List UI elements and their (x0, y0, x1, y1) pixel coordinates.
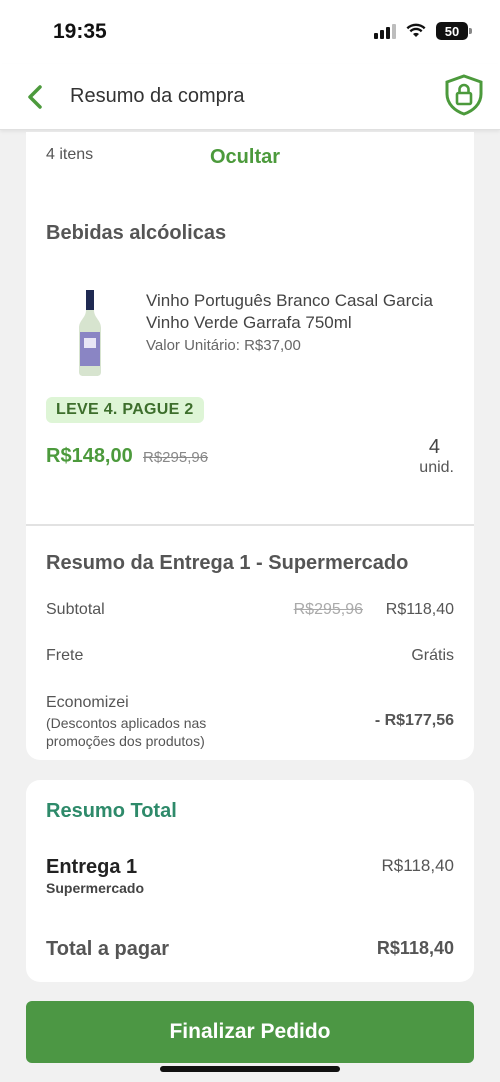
quantity-value: 4 (428, 436, 440, 458)
delivery-store: Supermercado (46, 880, 145, 896)
wifi-icon (406, 23, 426, 37)
shield-lock-icon (445, 74, 483, 116)
order-items-card: 4 itens Ocultar Bebidas alcóolicas Vinho… (26, 132, 474, 760)
home-indicator (160, 1066, 340, 1072)
status-time: 19:35 (53, 20, 107, 43)
items-count: 4 itens (46, 146, 94, 163)
shipping-value: Grátis (411, 647, 454, 664)
product-old-price: R$295,96 (143, 449, 209, 466)
savings-note: (Descontos aplicados nas promoções dos p… (46, 715, 207, 749)
delivery-summary-title: Resumo da Entrega 1 - Supermercado (46, 552, 409, 574)
quantity-unit: unid. (419, 459, 454, 476)
shipping-label: Frete (46, 647, 84, 664)
status-bar: 19:35 50 (0, 0, 500, 64)
unit-price: Valor Unitário: R$37,00 (146, 337, 301, 354)
subtotal-value: R$118,40 (385, 601, 454, 618)
category-title: Bebidas alcóolicas (46, 222, 227, 244)
subtotal-label: Subtotal (46, 601, 105, 618)
product-quantity: 4 unid. (419, 436, 454, 477)
chevron-left-icon[interactable] (24, 82, 48, 112)
product-image (79, 290, 101, 376)
total-pay-label: Total a pagar (46, 938, 169, 960)
battery-icon: 50 (436, 22, 472, 40)
subtotal-old-value: R$295,96 (293, 601, 363, 618)
nav-bar: Resumo da compra (0, 64, 500, 130)
promo-badge: LEVE 4. PAGUE 2 (46, 397, 204, 423)
hide-items-button[interactable]: Ocultar (210, 146, 280, 169)
delivery-name: Entrega 1 (46, 856, 138, 878)
page-title: Resumo da compra (70, 85, 245, 107)
total-summary-title: Resumo Total (46, 800, 177, 822)
delivery-value: R$118,40 (381, 856, 454, 875)
signal-icon (374, 23, 396, 39)
savings-label: Economizei (46, 694, 129, 711)
total-pay-value: R$118,40 (376, 938, 454, 958)
divider (26, 524, 474, 526)
product-name: Vinho Português Branco Casal Garcia Vinh… (146, 291, 433, 332)
total-summary-card: Resumo Total Entrega 1 Supermercado R$11… (26, 780, 474, 982)
finalize-order-button[interactable]: Finalizar Pedido (26, 1001, 474, 1063)
status-icons: 50 (374, 22, 472, 40)
savings-value: - R$177,56 (374, 712, 454, 729)
product-price: R$148,00 (46, 445, 133, 467)
